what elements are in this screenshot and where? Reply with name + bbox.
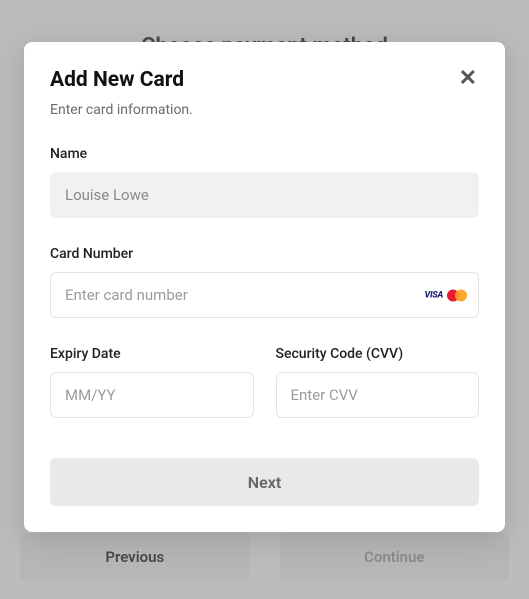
add-card-modal: Add New Card ✕ Enter card information. N… (24, 42, 505, 532)
expiry-input[interactable] (50, 372, 254, 418)
name-field-group: Name (50, 146, 479, 218)
next-button[interactable]: Next (50, 458, 479, 506)
cvv-field-group: Security Code (CVV) (276, 346, 480, 418)
mastercard-icon (447, 289, 467, 302)
card-brand-icons: VISA (425, 289, 467, 302)
card-number-field-group: Card Number VISA (50, 246, 479, 318)
visa-icon: VISA (425, 290, 443, 300)
close-button[interactable]: ✕ (457, 68, 479, 90)
card-number-input[interactable] (50, 272, 479, 318)
card-number-label: Card Number (50, 246, 479, 262)
expiry-label: Expiry Date (50, 346, 254, 362)
modal-title: Add New Card (50, 68, 184, 92)
modal-header: Add New Card ✕ (50, 68, 479, 92)
cvv-label: Security Code (CVV) (276, 346, 480, 362)
cvv-input[interactable] (276, 372, 480, 418)
name-label: Name (50, 146, 479, 162)
expiry-field-group: Expiry Date (50, 346, 254, 418)
modal-subtitle: Enter card information. (50, 102, 479, 118)
card-number-wrap: VISA (50, 272, 479, 318)
name-input[interactable] (50, 172, 479, 218)
